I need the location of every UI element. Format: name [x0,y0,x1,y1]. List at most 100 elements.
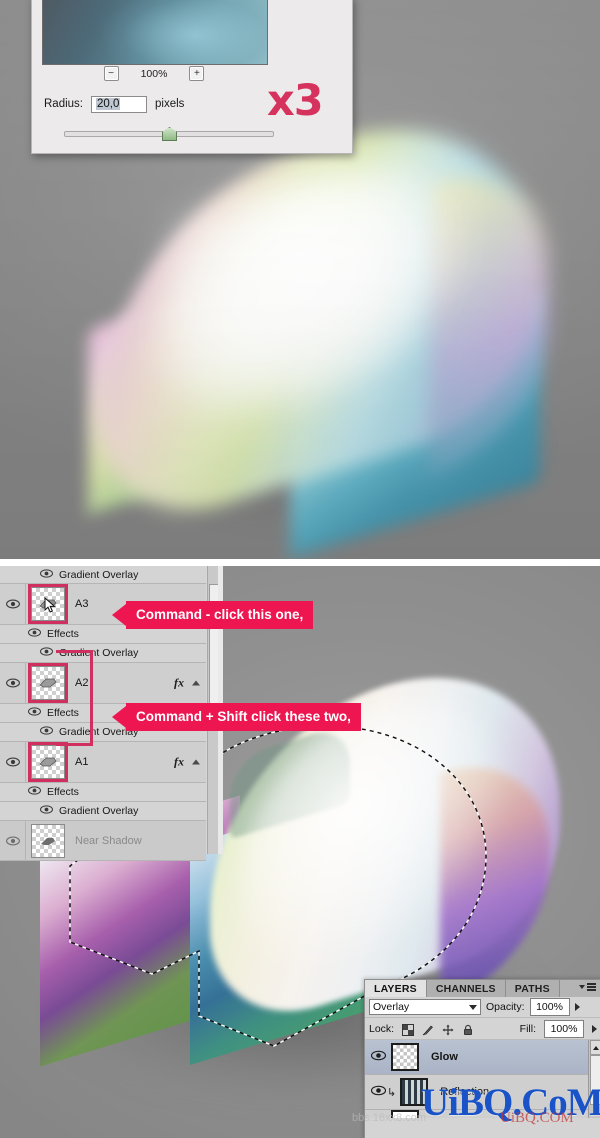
layer-row-a1[interactable]: A1 fx [0,742,206,783]
lock-label: Lock: [369,1022,395,1035]
callout-arrow-icon [112,706,126,728]
fill-stepper-icon[interactable] [592,1024,597,1033]
bottom-canvas: Gradient Overlay A3 Effects Gradient Ove… [0,566,600,1138]
effect-name: Gradient Overlay [59,568,139,581]
blend-opacity-row: Overlay Opacity: 100% [365,997,600,1018]
eye-icon[interactable] [40,805,53,817]
radius-units-label: pixels [155,98,185,110]
eye-icon[interactable] [40,726,53,738]
zoom-level-label: 100% [140,67,168,80]
callout-command-shift-click: Command + Shift click these two, [112,703,361,731]
effects-label-wrap: Effects [28,628,79,640]
zoom-in-button[interactable]: + [189,66,205,81]
effects-name: Effects [47,628,79,640]
layer-thumbnail[interactable] [28,742,68,782]
layer-thumbnail[interactable] [28,584,68,624]
layer-visibility-toggle[interactable] [0,584,26,624]
panel-menu-icon[interactable] [579,983,596,991]
layer-effect-row[interactable]: Gradient Overlay [0,644,206,663]
blur-preview-thumbnail[interactable] [42,0,268,65]
effect-label-wrap: Gradient Overlay [40,805,138,817]
brush-lock-icon[interactable] [422,1023,434,1035]
tab-channels[interactable]: CHANNELS [426,980,506,997]
chevron-down-icon [469,1004,477,1010]
layer-effect-row[interactable]: Gradient Overlay [0,802,206,821]
eye-icon[interactable] [5,836,20,846]
layer-name: Near Shadow [75,834,142,847]
radius-value: 20,0 [96,98,121,110]
eye-icon[interactable] [28,786,41,798]
layer-row-a2[interactable]: A2 fx [0,663,206,704]
lock-icon-group [402,1023,474,1036]
layer-name: A3 [75,598,89,610]
eye-icon[interactable] [370,1083,386,1101]
chevron-down-icon [579,984,585,989]
eye-icon[interactable] [5,757,20,767]
layer-visibility-toggle[interactable] [0,821,26,860]
layer-shape-glyph [37,755,59,769]
tab-paths[interactable]: PATHS [505,980,560,997]
cursor-icon [44,596,59,619]
layer-fx-icon[interactable]: fx [174,676,184,691]
chevron-up-icon[interactable] [192,680,200,686]
eye-icon[interactable] [5,678,20,688]
move-lock-icon[interactable] [442,1023,454,1035]
eye-icon[interactable] [40,568,53,581]
callout-text: Command - click this one, [126,601,314,629]
opacity-label: Opacity: [486,1001,525,1013]
chevron-up-icon[interactable] [192,759,200,765]
blend-mode-value: Overlay [373,1001,410,1013]
lock-all-icon[interactable] [462,1023,474,1035]
chevron-up-icon [593,1045,599,1050]
layer-effects-row[interactable]: Effects [0,783,206,802]
layer-visibility-toggle[interactable] [0,663,26,703]
eye-icon[interactable] [5,599,20,609]
repeat-x3-annotation: x3 [267,76,324,126]
layer-shape-glyph [37,834,59,848]
callout-command-click: Command - click this one, [112,601,314,629]
opacity-value[interactable]: 100% [529,998,570,1016]
effects-name: Effects [47,786,79,798]
radius-slider[interactable] [64,127,274,141]
hamburger-icon [587,983,596,991]
lock-row: Lock: Fill: 100% [365,1018,600,1040]
layer-name: A1 [75,756,89,768]
tab-layers[interactable]: LAYERS [365,980,427,997]
layer-thumbnail[interactable] [31,823,65,858]
eye-icon[interactable] [28,707,41,719]
opacity-stepper-icon[interactable] [574,1003,580,1011]
zoom-out-button[interactable]: − [103,66,119,81]
section-separator [0,559,600,566]
layer-effect-row[interactable]: Gradient Overlay [0,566,206,584]
layer-fx-icon[interactable]: fx [174,755,184,770]
watermark-secondary: UiBQ.COM [500,1110,574,1126]
layer-visibility-toggle[interactable] [365,1048,391,1066]
eye-icon[interactable] [370,1048,386,1066]
eye-icon[interactable] [40,647,53,659]
effect-name: Gradient Overlay [59,805,139,817]
eye-icon[interactable] [28,628,41,640]
layer-row-glow[interactable]: Glow [365,1040,600,1075]
layer-row-near-shadow[interactable]: Near Shadow [0,821,206,861]
fill-value[interactable]: 100% [544,1019,584,1038]
panel-tab-bar: LAYERS CHANNELS PATHS [365,980,600,997]
radius-input[interactable]: 20,0 [91,95,147,113]
selection-group-bracket [56,650,93,746]
radius-label: Radius: [44,98,83,110]
layer-visibility-toggle[interactable] [0,742,26,782]
effect-label-wrap: Gradient Overlay [40,569,138,581]
callout-text: Command + Shift click these two, [126,703,361,731]
screenshot-root: − 100% + Radius: 20,0 pixels x3 Gradient… [0,0,600,1138]
radius-slider-thumb[interactable] [162,127,177,141]
clipping-mask-icon: ↳ [387,1086,397,1099]
scroll-up-button[interactable] [590,1040,600,1055]
layer-thumbnail[interactable] [391,1043,419,1071]
preview-zoom-controls: − 100% + [42,65,266,82]
layer-name: Glow [431,1051,458,1063]
watermark-quaternary: bbs.16xx8.com [352,1112,426,1124]
callout-arrow-icon [112,604,126,626]
transparency-lock-icon[interactable] [402,1023,415,1036]
blend-mode-select[interactable]: Overlay [369,999,481,1015]
effects-label-wrap: Effects [28,786,79,798]
fill-label: Fill: [519,1022,536,1035]
